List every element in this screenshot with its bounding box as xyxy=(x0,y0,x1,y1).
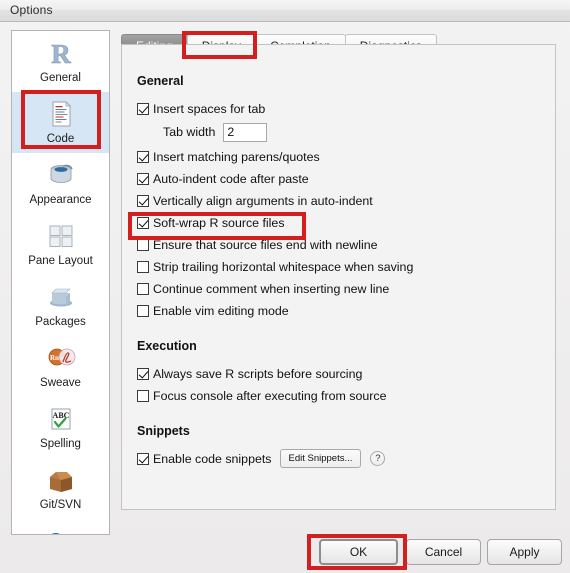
section-heading-snippets: Snippets xyxy=(137,424,190,438)
sidebar-item-label: Appearance xyxy=(29,194,92,206)
abc-check-icon: ABC xyxy=(45,403,77,435)
apply-button[interactable]: Apply xyxy=(487,539,562,565)
tab-width-label: Tab width xyxy=(163,125,216,139)
checkbox[interactable] xyxy=(137,367,149,380)
edit-snippets-button[interactable]: Edit Snippets... xyxy=(279,449,362,468)
cancel-button[interactable]: Cancel xyxy=(406,539,481,565)
r-logo-icon: R xyxy=(45,37,77,69)
checkbox[interactable] xyxy=(137,260,149,273)
window-title: Options xyxy=(10,3,53,17)
checkbox[interactable] xyxy=(137,389,149,402)
checkbox[interactable] xyxy=(137,238,149,251)
option-label: Enable code snippets xyxy=(153,451,272,466)
svg-text:ABC: ABC xyxy=(52,411,69,420)
sidebar-item-label: Git/SVN xyxy=(39,499,82,511)
sidebar-item-appearance[interactable]: Appearance xyxy=(12,153,109,214)
sidebar-item-label: Packages xyxy=(35,316,86,328)
option-enable-vim-mode[interactable]: Enable vim editing mode xyxy=(137,300,537,321)
editing-options-form: General Insert spaces for tab Tab width … xyxy=(137,74,537,470)
option-label: Ensure that source files end with newlin… xyxy=(153,237,378,252)
option-label: Insert spaces for tab xyxy=(153,101,266,116)
option-label: Soft-wrap R source files xyxy=(153,215,285,230)
option-label: Focus console after executing from sourc… xyxy=(153,388,387,403)
sweave-pdf-icon: Rnw xyxy=(45,342,77,374)
grid-panes-icon xyxy=(45,220,77,252)
publishing-icon xyxy=(45,525,77,534)
checkbox[interactable] xyxy=(137,452,149,465)
option-ensure-newline-at-end[interactable]: Ensure that source files end with newlin… xyxy=(137,234,537,255)
sidebar-item-label: Pane Layout xyxy=(28,255,93,267)
option-continue-comment-new-line[interactable]: Continue comment when inserting new line xyxy=(137,278,537,299)
checkbox[interactable] xyxy=(137,150,149,163)
option-insert-matching-parens[interactable]: Insert matching parens/quotes xyxy=(137,146,537,167)
option-auto-indent-after-paste[interactable]: Auto-indent code after paste xyxy=(137,168,537,189)
sidebar-item-publishing[interactable]: Publishing xyxy=(12,519,109,534)
package-box-icon xyxy=(45,281,77,313)
option-label: Continue comment when inserting new line xyxy=(153,281,390,296)
option-enable-code-snippets[interactable]: Enable code snippets Edit Snippets... ? xyxy=(137,448,537,469)
options-dialog: Options R General Code Appearance Pane L… xyxy=(0,0,570,573)
code-file-icon xyxy=(45,98,77,130)
help-icon[interactable]: ? xyxy=(370,451,386,466)
sidebar-item-code[interactable]: Code xyxy=(12,92,109,153)
cardboard-box-icon xyxy=(45,464,77,496)
sidebar-item-spelling[interactable]: ABC Spelling xyxy=(12,397,109,458)
sidebar-item-general[interactable]: R General xyxy=(12,31,109,92)
option-label: Strip trailing horizontal whitespace whe… xyxy=(153,259,414,274)
option-label: Insert matching parens/quotes xyxy=(153,149,320,164)
sidebar-item-label: Spelling xyxy=(40,438,81,450)
paint-can-icon xyxy=(45,159,77,191)
svg-text:R: R xyxy=(51,39,71,69)
checkbox[interactable] xyxy=(137,304,149,317)
sidebar-item-label: Code xyxy=(46,133,75,145)
option-vertically-align-arguments[interactable]: Vertically align arguments in auto-inden… xyxy=(137,190,537,211)
option-label: Always save R scripts before sourcing xyxy=(153,366,363,381)
option-always-save-before-sourcing[interactable]: Always save R scripts before sourcing xyxy=(137,363,537,384)
dialog-button-bar: OK Cancel Apply xyxy=(0,535,570,573)
option-label: Enable vim editing mode xyxy=(153,303,289,318)
option-focus-console-after-executing[interactable]: Focus console after executing from sourc… xyxy=(137,385,537,406)
sidebar-item-git-svn[interactable]: Git/SVN xyxy=(12,458,109,519)
checkbox[interactable] xyxy=(137,172,149,185)
option-insert-spaces-for-tab[interactable]: Insert spaces for tab xyxy=(137,98,537,119)
checkbox[interactable] xyxy=(137,282,149,295)
option-label: Auto-indent code after paste xyxy=(153,171,309,186)
ok-button[interactable]: OK xyxy=(319,539,398,565)
section-heading-execution: Execution xyxy=(137,339,197,353)
sidebar-item-sweave[interactable]: Rnw Sweave xyxy=(12,336,109,397)
checkbox[interactable] xyxy=(137,102,149,115)
sidebar-item-label: General xyxy=(40,72,81,84)
category-sidebar[interactable]: R General Code Appearance Pane Layout Pa… xyxy=(11,30,110,535)
checkbox[interactable] xyxy=(137,216,149,229)
option-strip-trailing-whitespace[interactable]: Strip trailing horizontal whitespace whe… xyxy=(137,256,537,277)
tab-width-row[interactable]: Tab width xyxy=(137,120,537,144)
tab-width-input[interactable] xyxy=(223,122,268,142)
sidebar-item-pane-layout[interactable]: Pane Layout xyxy=(12,214,109,275)
sidebar-item-label: Sweave xyxy=(40,377,81,389)
checkbox[interactable] xyxy=(137,194,149,207)
option-soft-wrap-r-source-files[interactable]: Soft-wrap R source files xyxy=(137,212,537,233)
option-label: Vertically align arguments in auto-inden… xyxy=(153,193,373,208)
sidebar-item-packages[interactable]: Packages xyxy=(12,275,109,336)
section-heading-general: General xyxy=(137,74,184,88)
title-bar: Options xyxy=(0,0,570,22)
